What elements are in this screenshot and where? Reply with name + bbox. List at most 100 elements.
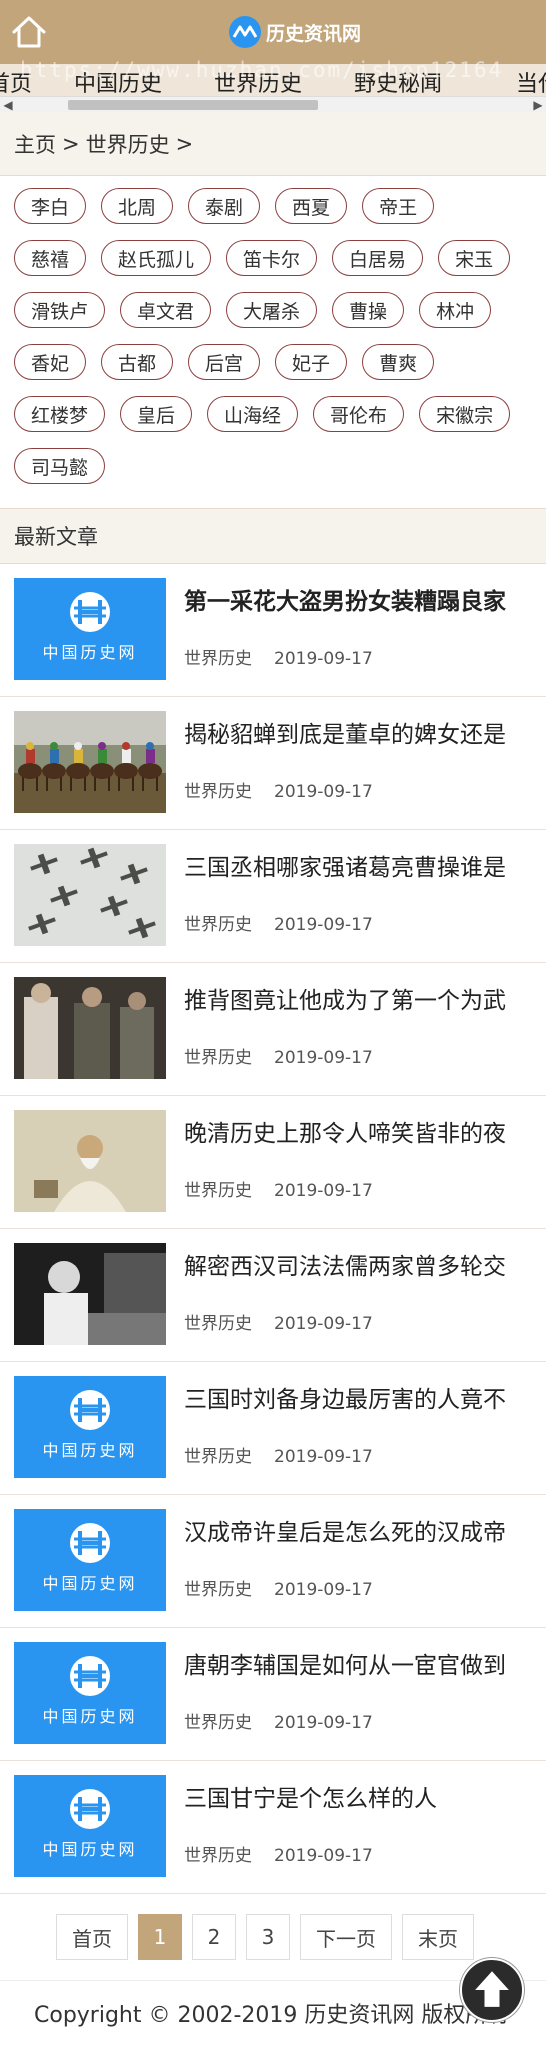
breadcrumb-separator: > [175,131,194,156]
article-thumbnail[interactable] [14,1110,166,1212]
article-item[interactable]: 三国丞相哪家强诸葛亮曹操谁是 世界历史 2019-09-17 [0,830,546,963]
article-meta: 世界历史 2019-09-17 [184,777,373,802]
article-title-link[interactable]: 解密西汉司法法儒两家曾多轮交 [184,1247,534,1281]
article-item[interactable]: 推背图竟让他成为了第一个为武 世界历史 2019-09-17 [0,963,546,1096]
nav-item-secret-history[interactable]: 野史秘闻 [328,66,468,98]
article-category: 世界历史 [184,915,252,935]
article-item[interactable]: 揭秘貂蝉到底是董卓的婢女还是 世界历史 2019-09-17 [0,697,546,830]
pager-next-button[interactable]: 下一页 [300,1914,392,1960]
article-meta: 世界历史 2019-09-17 [184,1176,373,1201]
article-title-link[interactable]: 唐朝李辅国是如何从一宦官做到 [184,1646,534,1680]
tag-cloud: 李白 北周 泰剧 西夏 帝王慈禧 赵氏孤儿 笛卡尔 白居易 宋玉滑铁卢 卓文君 大屠杀 曹操 林冲香妃古… [0,176,546,508]
nav-track: 首页 中国历史 世界历史 野史秘闻 当代 [0,64,546,100]
pager-last-button[interactable]: 末页 [402,1914,474,1960]
tag-link[interactable]: 泰剧 [188,188,261,224]
article-title-link[interactable]: 三国时刘备身边最厉害的人竟不 [184,1380,534,1414]
breadcrumb-home-link[interactable]: 主页 [14,129,56,159]
pager-first-button[interactable]: 首页 [56,1914,128,1960]
article-category: 世界历史 [184,782,252,802]
placeholder-logo-text: 中国历史网 [42,1574,137,1593]
article-thumbnail[interactable] [14,977,166,1079]
article-category: 世界历史 [184,649,252,669]
home-icon[interactable] [10,13,48,51]
nav-scrollbar[interactable]: ◀ ▶ [0,96,546,112]
article-thumbnail[interactable]: 中国历史网 [14,1642,166,1744]
article-title-link[interactable]: 三国甘宁是个怎么样的人 [184,1779,534,1813]
tag-link[interactable]: 皇后 [120,396,193,432]
tag-link[interactable]: 大屠杀 [226,292,318,328]
nav-item-contemporary[interactable]: 当代 [468,66,546,98]
article-date: 2019-09-17 [274,1314,373,1334]
tag-link[interactable]: 曹爽 [362,344,435,380]
article-category: 世界历史 [184,1314,252,1334]
tag-link[interactable]: 山海经 [207,396,299,432]
tag-link[interactable]: 宋徽宗 [419,396,511,432]
article-date: 2019-09-17 [274,649,373,669]
tag-link[interactable]: 曹操 [332,292,405,328]
article-thumbnail[interactable]: 中国历史网 [14,1509,166,1611]
tag-link[interactable]: 李白 [14,188,87,224]
article-item[interactable]: 晚清历史上那令人啼笑皆非的夜 世界历史 2019-09-17 [0,1096,546,1229]
article-item[interactable]: 中国历史网 唐朝李辅国是如何从一宦官做到 世界历史 2019-09-17 [0,1628,546,1761]
article-thumbnail[interactable] [14,844,166,946]
tag-link[interactable]: 林冲 [419,292,492,328]
scroll-thumb[interactable] [68,100,318,110]
article-title-link[interactable]: 揭秘貂蝉到底是董卓的婢女还是 [184,715,534,749]
tag-link[interactable]: 西夏 [275,188,348,224]
section-title: 最新文章 [0,508,546,564]
article-item[interactable]: 中国历史网 三国时刘备身边最厉害的人竟不 世界历史 2019-09-17 [0,1362,546,1495]
tag-link[interactable]: 宋玉 [438,240,511,276]
article-thumbnail[interactable]: 中国历史网 [14,1775,166,1877]
tag-link[interactable]: 笛卡尔 [226,240,318,276]
article-thumbnail[interactable]: 中国历史网 [14,1376,166,1478]
article-item[interactable]: 解密西汉司法法儒两家曾多轮交 世界历史 2019-09-17 [0,1229,546,1362]
article-thumbnail[interactable] [14,1243,166,1345]
article-thumbnail[interactable]: 中国历史网 [14,578,166,680]
placeholder-logo-icon: 中国历史网 [14,1509,166,1611]
article-title-link[interactable]: 汉成帝许皇后是怎么死的汉成帝 [184,1513,534,1547]
pager-page-1[interactable]: 1 [138,1914,182,1960]
header: 历史资讯网 [0,0,546,64]
site-logo[interactable]: 历史资讯网 [228,14,361,50]
article-category: 世界历史 [184,1447,252,1467]
tag-link[interactable]: 红楼梦 [14,396,106,432]
tag-link[interactable]: 帝王 [362,188,435,224]
breadcrumb-current-link[interactable]: 世界历史 [86,129,170,159]
tag-link[interactable]: 白居易 [332,240,424,276]
article-date: 2019-09-17 [274,915,373,935]
pager-page-2[interactable]: 2 [192,1914,236,1960]
back-to-top-icon[interactable] [460,1958,524,2022]
article-item[interactable]: 中国历史网 第一采花大盗男扮女装糟蹋良家 世界历史 2019-09-17 [0,564,546,697]
nav-item-home[interactable]: 首页 [0,66,48,98]
scroll-right-arrow-icon[interactable]: ▶ [530,97,546,112]
article-title-link[interactable]: 推背图竟让他成为了第一个为武 [184,981,534,1015]
tag-link[interactable]: 哥伦布 [313,396,405,432]
article-title-link[interactable]: 三国丞相哪家强诸葛亮曹操谁是 [184,848,534,882]
tag-link[interactable]: 滑铁卢 [14,292,106,328]
tag-link[interactable]: 慈禧 [14,240,87,276]
tag-link[interactable]: 卓文君 [120,292,212,328]
tag-link[interactable]: 古都 [101,344,174,380]
tag-link[interactable]: 赵氏孤儿 [101,240,212,276]
placeholder-logo-icon: 中国历史网 [14,1376,166,1478]
article-item[interactable]: 中国历史网 三国甘宁是个怎么样的人 世界历史 2019-09-17 [0,1761,546,1894]
pager-page-3[interactable]: 3 [246,1914,290,1960]
tag-link[interactable]: 后宫 [188,344,261,380]
article-title-link[interactable]: 晚清历史上那令人啼笑皆非的夜 [184,1114,534,1148]
tag-link[interactable]: 妃子 [275,344,348,380]
article-date: 2019-09-17 [274,782,373,802]
tag-link[interactable]: 司马懿 [14,448,106,484]
placeholder-logo-text: 中国历史网 [42,1441,137,1460]
article-meta: 世界历史 2019-09-17 [184,644,373,669]
scroll-left-arrow-icon[interactable]: ◀ [0,97,16,112]
article-title-link[interactable]: 第一采花大盗男扮女装糟蹋良家 [184,582,534,616]
article-thumbnail[interactable] [14,711,166,813]
article-item[interactable]: 中国历史网 汉成帝许皇后是怎么死的汉成帝 世界历史 2019-09-17 [0,1495,546,1628]
tag-link[interactable]: 香妃 [14,344,87,380]
article-category: 世界历史 [184,1048,252,1068]
article-meta: 世界历史 2019-09-17 [184,1708,373,1733]
tag-link[interactable]: 北周 [101,188,174,224]
placeholder-logo-text: 中国历史网 [42,1707,137,1726]
nav-item-world-history[interactable]: 世界历史 [188,66,328,98]
nav-item-china-history[interactable]: 中国历史 [48,66,188,98]
